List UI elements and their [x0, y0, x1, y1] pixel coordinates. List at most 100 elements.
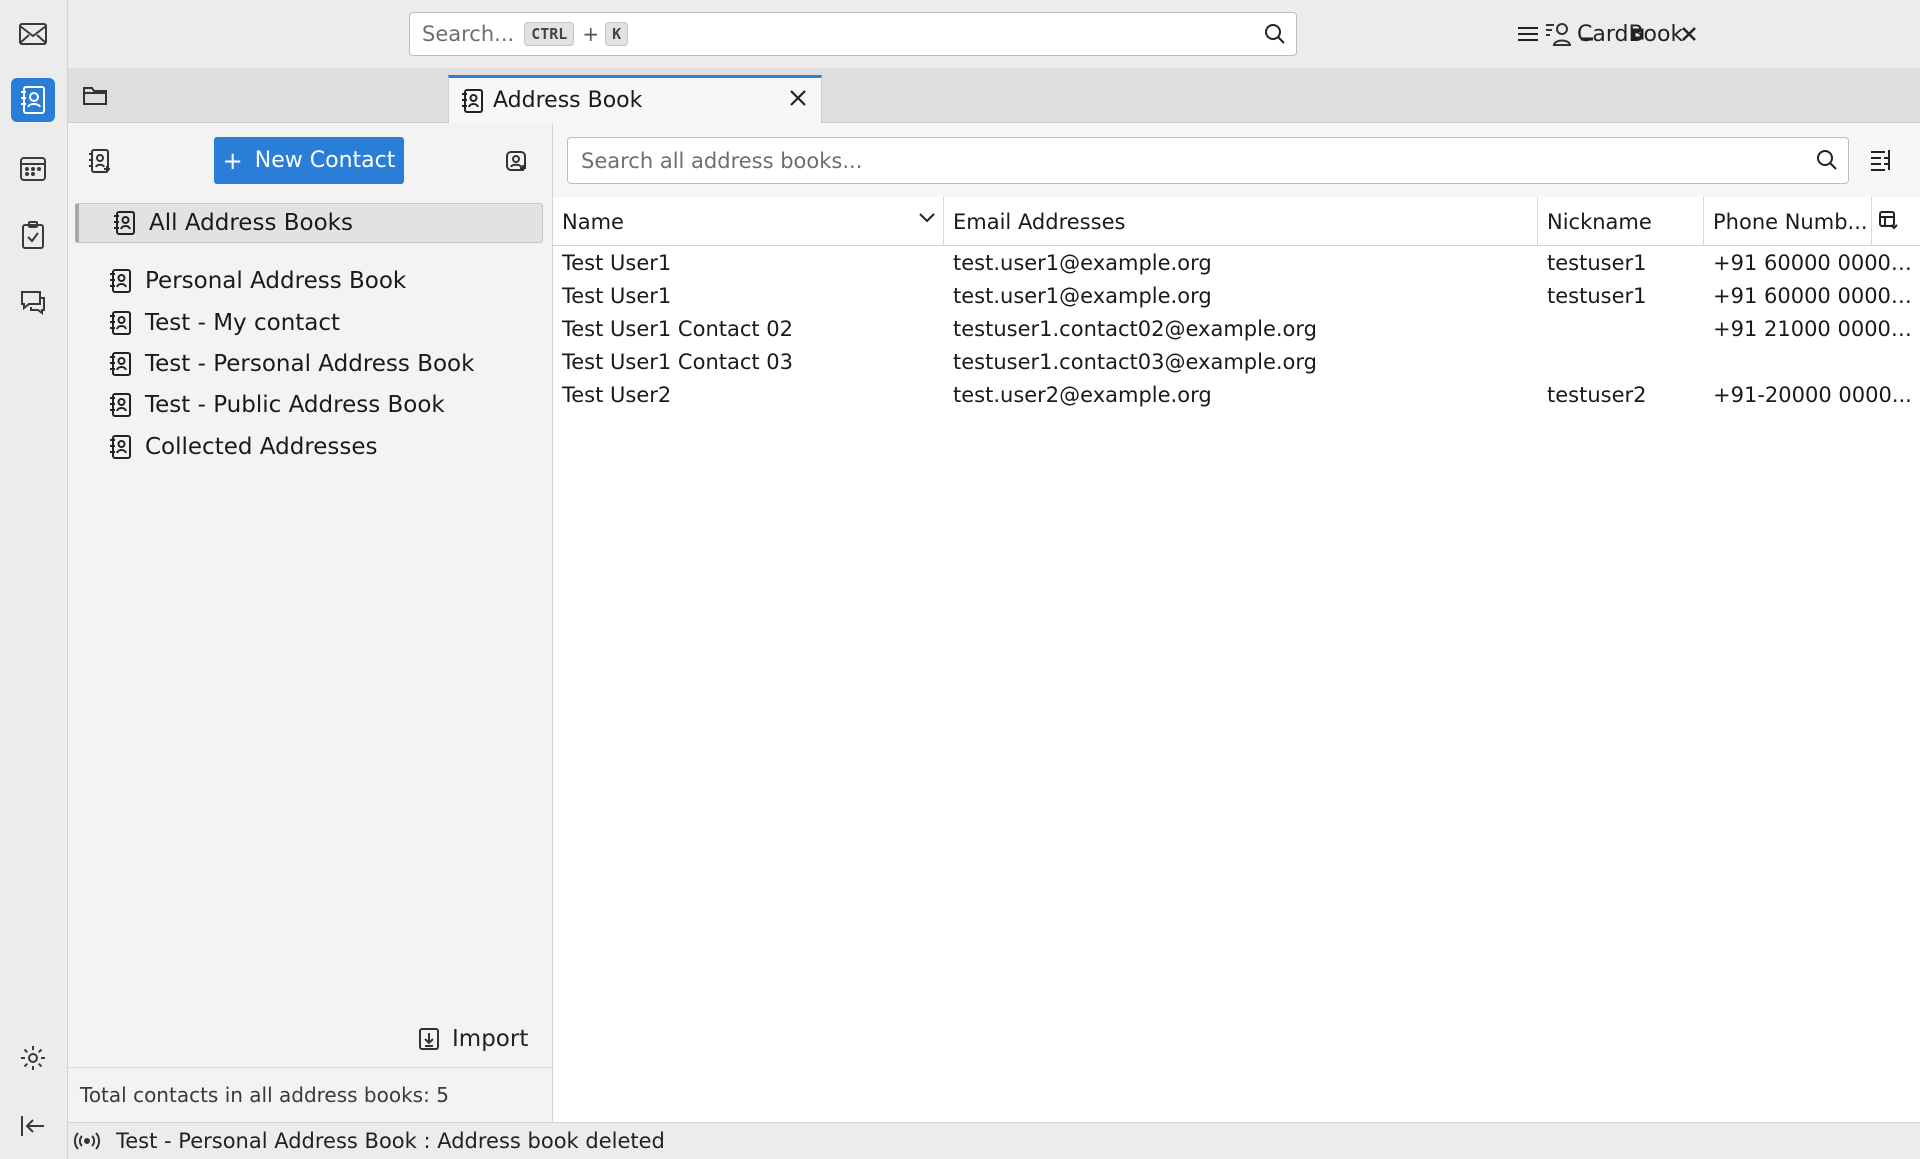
- chat-icon[interactable]: [11, 280, 55, 324]
- maximize-icon[interactable]: [1622, 18, 1654, 50]
- new-address-book-icon[interactable]: [88, 149, 112, 173]
- global-search-placeholder: Search...: [422, 22, 515, 46]
- cell-email: test.user1@example.org: [953, 251, 1212, 275]
- close-window-icon[interactable]: [1673, 18, 1705, 50]
- address-book-icon: [461, 88, 483, 113]
- cell-nickname: testuser1: [1547, 251, 1647, 275]
- calendar-icon[interactable]: [11, 146, 55, 190]
- address-book-icon: [109, 269, 131, 293]
- cardbook-icon: [1545, 22, 1571, 46]
- cell-email: test.user2@example.org: [953, 383, 1212, 407]
- cell-nickname: [1538, 346, 1704, 379]
- contacts-pane: Search all address books... Name Email A…: [553, 123, 1920, 1122]
- status-message: Test - Personal Address Book : Address b…: [116, 1129, 665, 1153]
- address-book-label: All Address Books: [149, 210, 353, 236]
- table-row[interactable]: Test User1 test.user1@example.org testuser…: [553, 247, 1920, 280]
- cell-name: Test User1: [562, 251, 672, 275]
- cell-phone: +91 60000 00001...: [1713, 251, 1920, 275]
- cell-name: Test User2: [562, 383, 672, 407]
- address-book-icon: [109, 311, 131, 335]
- new-contact-button[interactable]: + New Contact: [214, 137, 404, 184]
- column-header-phone[interactable]: Phone Numb...: [1704, 197, 1872, 246]
- table-header: Name Email Addresses Nickname Phone Numb…: [553, 197, 1920, 246]
- address-book-item[interactable]: All Address Books: [75, 203, 543, 243]
- cell-nickname: testuser2: [1547, 383, 1647, 407]
- cell-phone: +91 60000 00001...: [1713, 284, 1920, 308]
- search-icon[interactable]: [1816, 149, 1838, 171]
- shortcut-plus: +: [582, 22, 600, 46]
- status-bar: Test - Personal Address Book : Address b…: [68, 1122, 1920, 1159]
- column-label: Nickname: [1547, 209, 1652, 234]
- address-book-item[interactable]: Test - Public Address Book: [75, 385, 543, 425]
- search-icon[interactable]: [1264, 23, 1286, 45]
- address-book-label: Test - My contact: [145, 310, 341, 336]
- table-row[interactable]: Test User1 test.user1@example.org testuser…: [553, 280, 1920, 313]
- new-list-icon[interactable]: [504, 149, 528, 173]
- folder-icon[interactable]: [83, 85, 107, 105]
- shortcut-key-ctrl: CTRL: [524, 22, 575, 46]
- plus-icon: +: [222, 146, 243, 175]
- column-header-nickname[interactable]: Nickname: [1538, 197, 1704, 246]
- cell-phone: +91 21000 00001,...: [1713, 317, 1920, 341]
- address-book-item[interactable]: Collected Addresses: [75, 427, 543, 467]
- tab-label: Address Book: [493, 88, 643, 113]
- cell-name: Test User1 Contact 02: [562, 317, 794, 341]
- address-book-icon[interactable]: [11, 78, 55, 122]
- close-tab-icon[interactable]: [789, 89, 807, 107]
- menu-icon[interactable]: [1512, 18, 1544, 50]
- new-contact-label: New Contact: [254, 148, 396, 173]
- online-status-icon[interactable]: [74, 1131, 100, 1151]
- global-search-input[interactable]: Search... CTRL + K: [409, 12, 1297, 56]
- address-book-icon: [109, 352, 131, 376]
- address-book-label: Collected Addresses: [145, 434, 378, 460]
- cell-nickname: testuser1: [1547, 284, 1647, 308]
- shortcut-key-k: K: [605, 22, 629, 46]
- cell-phone: +91-20000 0000...: [1713, 383, 1912, 407]
- address-book-icon: [109, 435, 131, 459]
- import-button[interactable]: Import: [418, 1019, 528, 1059]
- table-row[interactable]: Test User1 Contact 03 testuser1.contact03…: [553, 346, 1920, 379]
- cell-nickname: [1538, 313, 1704, 346]
- table-row[interactable]: Test User2 test.user2@example.org testuser…: [553, 379, 1920, 412]
- cell-email: testuser1.contact03@example.org: [953, 350, 1317, 374]
- address-book-icon: [113, 211, 135, 235]
- column-label: Name: [562, 209, 624, 234]
- collapse-icon[interactable]: [11, 1104, 55, 1148]
- address-book-item[interactable]: Test - Personal Address Book: [75, 344, 543, 384]
- title-bar: Search... CTRL + K CardBook: [68, 0, 1920, 68]
- address-book-label: Personal Address Book: [145, 268, 407, 294]
- minimize-icon[interactable]: [1571, 18, 1603, 50]
- table-row[interactable]: Test User1 Contact 02 testuser1.contact02…: [553, 313, 1920, 346]
- column-label: Email Addresses: [953, 209, 1126, 234]
- settings-icon[interactable]: [11, 1036, 55, 1080]
- address-book-label: Test - Personal Address Book: [145, 351, 475, 377]
- column-header-email[interactable]: Email Addresses: [944, 197, 1538, 246]
- mail-icon[interactable]: [11, 12, 55, 56]
- tab-strip: Address Book: [68, 68, 1920, 123]
- column-picker-icon[interactable]: [1879, 211, 1899, 231]
- import-label: Import: [452, 1026, 529, 1052]
- sort-chevron-down-icon: [919, 213, 935, 223]
- view-options-icon[interactable]: [1870, 149, 1892, 171]
- address-books-pane: + New Contact All Address Books Personal …: [68, 123, 553, 1122]
- contact-count: Total contacts in all address books: 5: [68, 1067, 552, 1122]
- column-header-name[interactable]: Name: [553, 197, 944, 246]
- cell-email: testuser1.contact02@example.org: [953, 317, 1317, 341]
- tab-address-book[interactable]: Address Book: [448, 75, 822, 123]
- cell-email: test.user1@example.org: [953, 284, 1212, 308]
- address-book-item[interactable]: Personal Address Book: [75, 261, 543, 301]
- spaces-toolbar: [0, 0, 68, 1159]
- cell-phone: [1704, 346, 1920, 379]
- cardbook-button[interactable]: CardBook: [1545, 16, 1683, 52]
- import-icon: [418, 1027, 440, 1051]
- search-bar: Search all address books...: [553, 123, 1920, 197]
- cell-name: Test User1 Contact 03: [562, 350, 794, 374]
- address-book-label: Test - Public Address Book: [145, 392, 445, 418]
- address-book-search-input[interactable]: Search all address books...: [567, 137, 1849, 184]
- search-placeholder: Search all address books...: [581, 148, 863, 173]
- column-label: Phone Numb...: [1713, 209, 1868, 234]
- cell-name: Test User1: [562, 284, 672, 308]
- address-book-icon: [109, 393, 131, 417]
- tasks-icon[interactable]: [11, 213, 55, 257]
- address-book-item[interactable]: Test - My contact: [75, 303, 543, 343]
